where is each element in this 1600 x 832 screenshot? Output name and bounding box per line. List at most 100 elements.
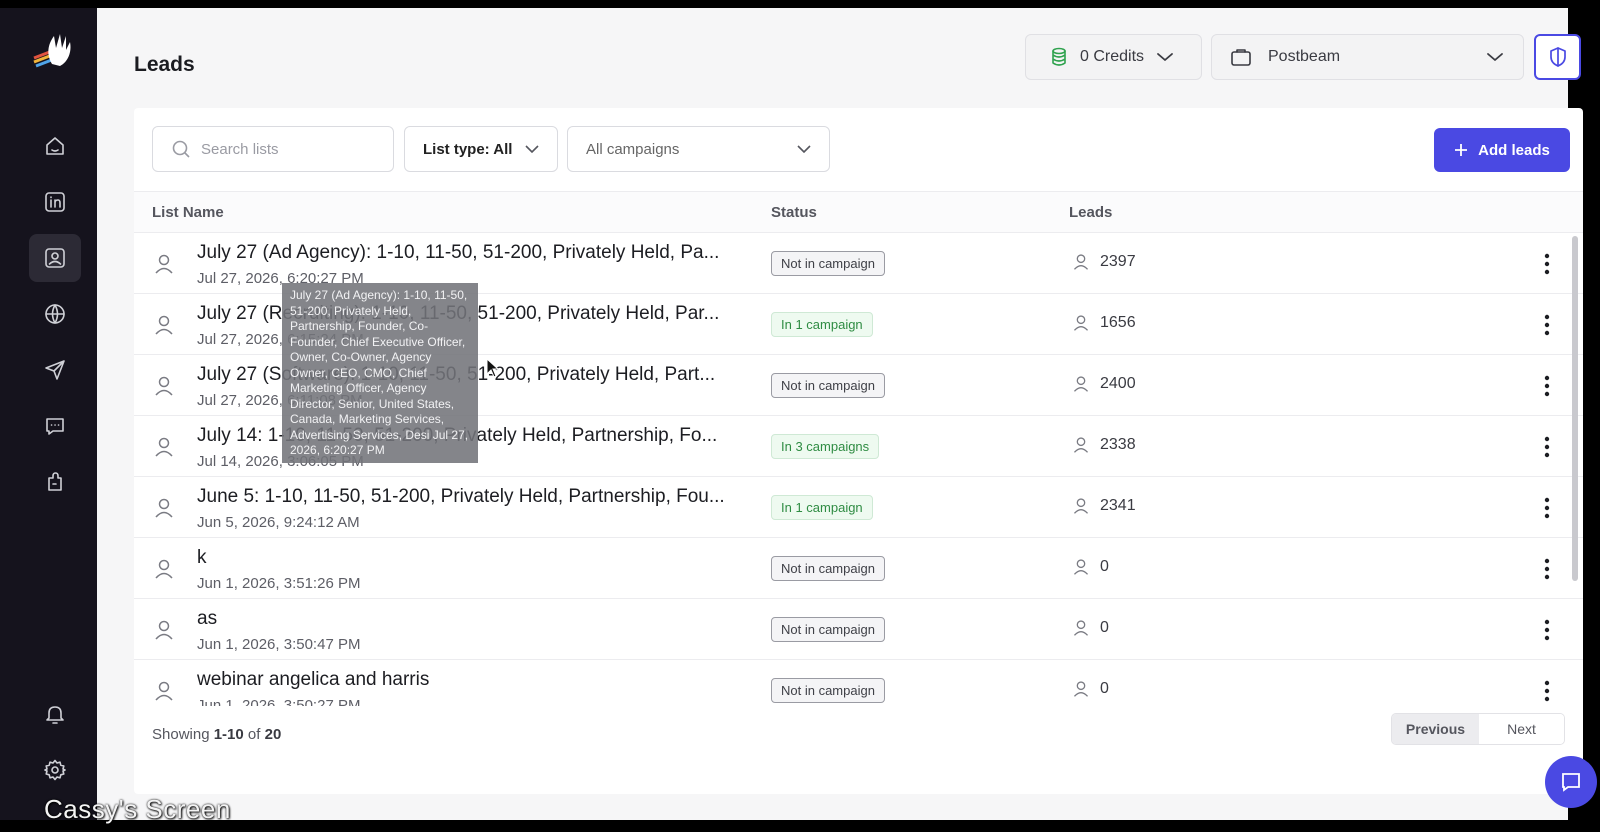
- credits-label: 0 Credits: [1080, 48, 1145, 65]
- user-icon: [155, 254, 173, 274]
- leads-count-cell: 0: [1072, 680, 1109, 698]
- leads-count-cell: 0: [1072, 558, 1109, 576]
- user-icon: [1073, 437, 1089, 453]
- previous-button[interactable]: Previous: [1392, 714, 1479, 744]
- nav-web[interactable]: [29, 290, 81, 338]
- sidebar: [0, 8, 97, 820]
- workspace-dropdown[interactable]: Postbeam: [1211, 34, 1524, 80]
- search-box[interactable]: [152, 126, 394, 172]
- status-badge: In 1 campaign: [771, 495, 873, 520]
- pagination: Previous Next: [1391, 713, 1565, 745]
- list-name[interactable]: k: [197, 547, 207, 569]
- table-row[interactable]: June 5: 1-10, 11-50, 51-200, Privately H…: [134, 477, 1583, 538]
- credits-dropdown[interactable]: 0 Credits: [1025, 34, 1202, 80]
- leads-count-cell: 2397: [1072, 253, 1136, 271]
- plus-icon: [1455, 144, 1468, 156]
- table-scrollbar[interactable]: [1572, 236, 1578, 581]
- security-button[interactable]: [1534, 34, 1581, 80]
- status-badge: In 3 campaigns: [771, 434, 880, 459]
- add-leads-label: Add leads: [1478, 141, 1550, 159]
- nav-messages[interactable]: [29, 402, 81, 450]
- more-vertical-icon[interactable]: [1541, 251, 1553, 277]
- more-vertical-icon[interactable]: [1541, 678, 1553, 704]
- add-leads-button[interactable]: Add leads: [1434, 128, 1570, 172]
- leads-count-cell: 0: [1072, 619, 1109, 637]
- chevron-down-icon: [1157, 53, 1173, 61]
- user-icon: [155, 437, 173, 457]
- list-type-select[interactable]: List type: All: [404, 126, 558, 172]
- table-header: List Name Status Leads: [134, 191, 1583, 233]
- pagination-summary: Showing 1-10 of 20: [152, 726, 281, 743]
- list-name-tooltip: July 27 (Ad Agency): 1-10, 11-50, 51-200…: [282, 283, 478, 463]
- status-badge: Not in campaign: [771, 617, 885, 642]
- leads-count: 2400: [1100, 375, 1136, 392]
- campaigns-select[interactable]: All campaigns: [567, 126, 830, 172]
- list-date: Jun 5, 2026, 9:24:12 AM: [197, 514, 360, 531]
- list-name[interactable]: webinar angelica and harris: [197, 669, 429, 691]
- next-button[interactable]: Next: [1478, 714, 1564, 744]
- chat-icon: [46, 418, 64, 435]
- contacts-icon: [45, 248, 65, 268]
- workspace-label: Postbeam: [1268, 48, 1341, 65]
- briefcase-icon: [1231, 49, 1251, 66]
- chevron-down-icon: [525, 145, 539, 153]
- search-input[interactable]: [201, 140, 391, 158]
- leads-count-cell: 1656: [1072, 314, 1136, 332]
- nav-campaigns[interactable]: [29, 346, 81, 394]
- bell-icon: [46, 706, 64, 724]
- user-icon: [1073, 315, 1089, 331]
- list-name[interactable]: as: [197, 608, 217, 630]
- screen-share-caption: Cassy's Screen: [44, 794, 231, 824]
- user-icon: [155, 315, 173, 335]
- linkedin-icon: [45, 192, 65, 212]
- support-chat-button[interactable]: [1545, 756, 1597, 808]
- more-vertical-icon[interactable]: [1541, 495, 1553, 521]
- leads-count-cell: 2400: [1072, 375, 1136, 393]
- search-icon: [172, 140, 190, 158]
- list-name[interactable]: June 5: 1-10, 11-50, 51-200, Privately H…: [197, 486, 725, 508]
- list-date: Jun 1, 2026, 3:50:47 PM: [197, 636, 361, 653]
- nav-notifications[interactable]: [29, 690, 81, 738]
- list-type-label: List type: All: [423, 140, 513, 158]
- status-badge: Not in campaign: [771, 251, 885, 276]
- user-icon: [1073, 681, 1089, 697]
- user-icon: [155, 376, 173, 396]
- globe-icon: [45, 304, 65, 324]
- showing-total: 20: [264, 726, 282, 743]
- user-icon: [155, 681, 173, 701]
- list-date: Jun 1, 2026, 3:50:27 PM: [197, 697, 361, 706]
- list-date: Jun 1, 2026, 3:51:26 PM: [197, 575, 361, 592]
- leads-count-cell: 2341: [1072, 497, 1136, 515]
- showing-range: 1-10: [213, 726, 244, 743]
- user-icon: [155, 620, 173, 640]
- puzzle-icon: [48, 472, 62, 491]
- column-header-list-name: List Name: [152, 204, 224, 221]
- user-icon: [155, 498, 173, 518]
- gear-icon: [44, 759, 66, 781]
- table-row[interactable]: k Jun 1, 2026, 3:51:26 PM Not in campaig…: [134, 538, 1583, 599]
- nav-linkedin[interactable]: [29, 178, 81, 226]
- user-icon: [1073, 559, 1089, 575]
- more-vertical-icon[interactable]: [1541, 617, 1553, 643]
- more-vertical-icon[interactable]: [1541, 373, 1553, 399]
- nav-settings[interactable]: [29, 746, 81, 794]
- user-icon: [155, 559, 173, 579]
- leads-count: 2338: [1100, 436, 1136, 453]
- chevron-down-icon: [797, 145, 811, 153]
- more-vertical-icon[interactable]: [1541, 556, 1553, 582]
- leads-count: 0: [1100, 680, 1109, 697]
- leads-count: 2397: [1100, 253, 1136, 270]
- table-row[interactable]: as Jun 1, 2026, 3:50:47 PM Not in campai…: [134, 599, 1583, 660]
- home-icon: [46, 137, 64, 155]
- leads-count: 0: [1100, 558, 1109, 575]
- nav-leads[interactable]: [29, 234, 81, 282]
- table-row[interactable]: webinar angelica and harris Jun 1, 2026,…: [134, 660, 1583, 706]
- status-badge: In 1 campaign: [771, 312, 873, 337]
- nav-home[interactable]: [29, 122, 81, 170]
- more-vertical-icon[interactable]: [1541, 434, 1553, 460]
- more-vertical-icon[interactable]: [1541, 312, 1553, 338]
- nav-integrations[interactable]: [29, 458, 81, 506]
- leads-count-cell: 2338: [1072, 436, 1136, 454]
- chat-bubble-icon: [1562, 773, 1580, 792]
- list-name[interactable]: July 27 (Ad Agency): 1-10, 11-50, 51-200…: [197, 242, 719, 264]
